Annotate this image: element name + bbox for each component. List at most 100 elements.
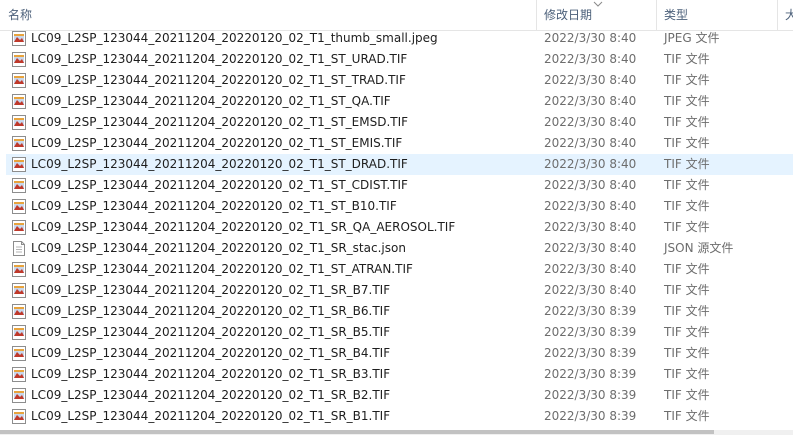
image-file-icon xyxy=(12,136,26,151)
file-row[interactable]: LC09_L2SP_123044_20211204_20220120_02_T1… xyxy=(6,196,793,217)
file-type: TIF 文件 xyxy=(664,136,710,150)
file-name[interactable]: LC09_L2SP_123044_20211204_20220120_02_T1… xyxy=(31,238,406,259)
file-type: TIF 文件 xyxy=(664,178,710,192)
file-name[interactable]: LC09_L2SP_123044_20211204_20220120_02_T1… xyxy=(31,343,390,364)
column-header-bar: 名称 修改日期 类型 大 xyxy=(0,0,793,31)
file-row[interactable]: LC09_L2SP_123044_20211204_20220120_02_T1… xyxy=(6,49,793,70)
file-type: TIF 文件 xyxy=(664,73,710,87)
file-type: TIF 文件 xyxy=(664,52,710,66)
file-modified-date: 2022/3/30 8:39 xyxy=(544,304,637,318)
file-row[interactable]: LC09_L2SP_123044_20211204_20220120_02_T1… xyxy=(6,91,793,112)
file-name[interactable]: LC09_L2SP_123044_20211204_20220120_02_T1… xyxy=(31,196,397,217)
file-modified-date: 2022/3/30 8:40 xyxy=(544,94,637,108)
image-file-icon xyxy=(12,94,26,109)
column-divider[interactable] xyxy=(777,0,778,30)
file-name[interactable]: LC09_L2SP_123044_20211204_20220120_02_T1… xyxy=(31,322,390,343)
column-header-date[interactable]: 修改日期 xyxy=(544,0,592,30)
file-row[interactable]: LC09_L2SP_123044_20211204_20220120_02_T1… xyxy=(6,385,793,406)
file-modified-date: 2022/3/30 8:40 xyxy=(544,178,637,192)
file-row[interactable]: LC09_L2SP_123044_20211204_20220120_02_T1… xyxy=(6,259,793,280)
image-file-icon xyxy=(12,388,26,403)
file-row[interactable]: LC09_L2SP_123044_20211204_20220120_02_T1… xyxy=(6,154,793,175)
image-file-icon xyxy=(12,157,26,172)
image-file-icon xyxy=(12,199,26,214)
file-name[interactable]: LC09_L2SP_123044_20211204_20220120_02_T1… xyxy=(31,259,413,280)
image-file-icon xyxy=(12,346,26,361)
file-name[interactable]: LC09_L2SP_123044_20211204_20220120_02_T1… xyxy=(31,385,390,406)
file-name[interactable]: LC09_L2SP_123044_20211204_20220120_02_T1… xyxy=(31,28,438,49)
image-file-icon xyxy=(12,409,26,424)
column-header-type[interactable]: 类型 xyxy=(664,0,688,30)
file-row[interactable]: LC09_L2SP_123044_20211204_20220120_02_T1… xyxy=(6,280,793,301)
file-name[interactable]: LC09_L2SP_123044_20211204_20220120_02_T1… xyxy=(31,49,407,70)
file-name[interactable]: LC09_L2SP_123044_20211204_20220120_02_T1… xyxy=(31,112,408,133)
file-name[interactable]: LC09_L2SP_123044_20211204_20220120_02_T1… xyxy=(31,301,390,322)
file-type: JSON 源文件 xyxy=(664,241,734,255)
file-row[interactable]: LC09_L2SP_123044_20211204_20220120_02_T1… xyxy=(6,70,793,91)
column-header-size[interactable]: 大 xyxy=(785,0,793,30)
file-row[interactable]: LC09_L2SP_123044_20211204_20220120_02_T1… xyxy=(6,238,793,259)
file-type: TIF 文件 xyxy=(664,262,710,276)
file-type: TIF 文件 xyxy=(664,157,710,171)
file-row[interactable]: LC09_L2SP_123044_20211204_20220120_02_T1… xyxy=(6,28,793,49)
file-type: JPEG 文件 xyxy=(664,31,720,45)
column-divider[interactable] xyxy=(656,0,657,30)
sort-chevron-down-icon xyxy=(593,1,603,7)
file-modified-date: 2022/3/30 8:40 xyxy=(544,241,637,255)
file-row[interactable]: LC09_L2SP_123044_20211204_20220120_02_T1… xyxy=(6,406,793,427)
file-name[interactable]: LC09_L2SP_123044_20211204_20220120_02_T1… xyxy=(31,364,390,385)
file-type: TIF 文件 xyxy=(664,304,710,318)
image-file-icon xyxy=(12,73,26,88)
file-modified-date: 2022/3/30 8:39 xyxy=(544,367,637,381)
file-modified-date: 2022/3/30 8:40 xyxy=(544,52,637,66)
file-type: TIF 文件 xyxy=(664,115,710,129)
file-modified-date: 2022/3/30 8:40 xyxy=(544,199,637,213)
image-file-icon xyxy=(12,325,26,340)
file-modified-date: 2022/3/30 8:40 xyxy=(544,283,637,297)
file-modified-date: 2022/3/30 8:40 xyxy=(544,220,637,234)
file-name[interactable]: LC09_L2SP_123044_20211204_20220120_02_T1… xyxy=(31,91,391,112)
image-file-icon xyxy=(12,115,26,130)
file-type: TIF 文件 xyxy=(664,94,710,108)
column-header-name[interactable]: 名称 xyxy=(8,0,32,30)
file-modified-date: 2022/3/30 8:40 xyxy=(544,115,637,129)
file-type: TIF 文件 xyxy=(664,409,710,423)
file-name[interactable]: LC09_L2SP_123044_20211204_20220120_02_T1… xyxy=(31,217,455,238)
file-type: TIF 文件 xyxy=(664,346,710,360)
file-modified-date: 2022/3/30 8:39 xyxy=(544,346,637,360)
file-name[interactable]: LC09_L2SP_123044_20211204_20220120_02_T1… xyxy=(31,406,390,427)
text-file-icon xyxy=(12,241,26,256)
file-modified-date: 2022/3/30 8:39 xyxy=(544,325,637,339)
file-modified-date: 2022/3/30 8:39 xyxy=(544,409,637,423)
file-row[interactable]: LC09_L2SP_123044_20211204_20220120_02_T1… xyxy=(6,217,793,238)
file-row[interactable]: LC09_L2SP_123044_20211204_20220120_02_T1… xyxy=(6,343,793,364)
file-row[interactable]: LC09_L2SP_123044_20211204_20220120_02_T1… xyxy=(6,322,793,343)
image-file-icon xyxy=(12,220,26,235)
file-modified-date: 2022/3/30 8:40 xyxy=(544,262,637,276)
file-name[interactable]: LC09_L2SP_123044_20211204_20220120_02_T1… xyxy=(31,133,402,154)
image-file-icon xyxy=(12,283,26,298)
file-type: TIF 文件 xyxy=(664,367,710,381)
file-row[interactable]: LC09_L2SP_123044_20211204_20220120_02_T1… xyxy=(6,364,793,385)
file-row[interactable]: LC09_L2SP_123044_20211204_20220120_02_T1… xyxy=(6,112,793,133)
column-divider[interactable] xyxy=(536,0,537,30)
file-name[interactable]: LC09_L2SP_123044_20211204_20220120_02_T1… xyxy=(31,154,408,175)
horizontal-scrollbar-thumb[interactable] xyxy=(0,430,714,434)
file-type: TIF 文件 xyxy=(664,199,710,213)
image-file-icon xyxy=(12,304,26,319)
image-file-icon xyxy=(12,31,26,46)
file-name[interactable]: LC09_L2SP_123044_20211204_20220120_02_T1… xyxy=(31,70,406,91)
image-file-icon xyxy=(12,178,26,193)
file-row[interactable]: LC09_L2SP_123044_20211204_20220120_02_T1… xyxy=(6,301,793,322)
file-type: TIF 文件 xyxy=(664,283,710,297)
image-file-icon xyxy=(12,52,26,67)
file-name[interactable]: LC09_L2SP_123044_20211204_20220120_02_T1… xyxy=(31,280,390,301)
image-file-icon xyxy=(12,367,26,382)
file-modified-date: 2022/3/30 8:40 xyxy=(544,157,637,171)
file-modified-date: 2022/3/30 8:39 xyxy=(544,388,637,402)
file-name[interactable]: LC09_L2SP_123044_20211204_20220120_02_T1… xyxy=(31,175,408,196)
file-type: TIF 文件 xyxy=(664,388,710,402)
file-modified-date: 2022/3/30 8:40 xyxy=(544,73,637,87)
file-row[interactable]: LC09_L2SP_123044_20211204_20220120_02_T1… xyxy=(6,133,793,154)
file-row[interactable]: LC09_L2SP_123044_20211204_20220120_02_T1… xyxy=(6,175,793,196)
